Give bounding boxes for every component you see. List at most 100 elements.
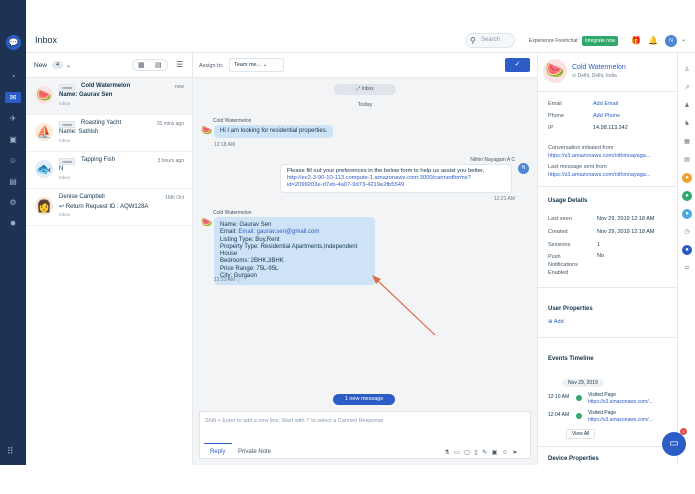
message-sender: Cold Watermelon	[213, 210, 252, 216]
person-icon[interactable]: ♙	[682, 65, 692, 75]
assign-value: Team me...	[234, 62, 262, 68]
user-icon[interactable]: ♟	[682, 101, 692, 111]
sliders-icon[interactable]: ⚌	[682, 263, 692, 273]
blue-app-icon[interactable]: ●	[682, 209, 692, 219]
created-label: Created	[548, 229, 568, 235]
add-email-link[interactable]: Add Email	[593, 101, 618, 107]
email-value[interactable]: Email: gaurav.sen@gmail.com	[238, 229, 319, 235]
list-item[interactable]: 👩 Denise Campbell 16th Oct ↩ Return Requ…	[26, 189, 192, 226]
new-message-pill[interactable]: 1 new message	[333, 394, 395, 405]
form-line: Name: Gaurav Sen	[220, 222, 272, 228]
contact-name[interactable]: Cold Watermelon	[572, 64, 626, 71]
conversation-header: Assign to: Team me... ⌄ ✓	[193, 53, 537, 78]
event-time: 12:04 AM	[548, 412, 570, 418]
conversation-pane: Assign to: Team me... ⌄ ✓ ⤢ Inbox Today …	[193, 53, 537, 465]
message-sender: Nithin Nayagam A C	[470, 157, 515, 163]
view-all-button[interactable]: View All	[566, 429, 596, 439]
apps-grid-icon[interactable]: ⠿	[7, 446, 14, 457]
add-property-button[interactable]: ⊕ Add	[548, 319, 564, 325]
orange-app-icon[interactable]: ●	[682, 173, 692, 183]
visitor-badge: visitor	[59, 158, 76, 165]
chart-icon[interactable]: ↗	[682, 83, 692, 93]
event-time: 12:10 AM	[548, 394, 570, 400]
avatar: 👩	[35, 197, 53, 215]
divider	[538, 186, 677, 187]
clock-icon[interactable]: ◷	[682, 227, 692, 237]
file-icon[interactable]: ▯	[474, 450, 482, 456]
screen-icon[interactable]: ▭	[454, 450, 464, 456]
send-icon[interactable]: ➤	[512, 450, 522, 456]
last-msg-link[interactable]: https://s3.amazonaws.com/nithinnayaga...	[548, 172, 650, 178]
filter-new[interactable]: New	[34, 62, 47, 69]
avatar: ⛵	[35, 123, 53, 141]
preview-text: Return Request ID : AQW128A	[65, 204, 149, 210]
inbox-icon[interactable]: ✉	[5, 92, 21, 103]
phone-label: Phone	[548, 113, 564, 119]
list-item[interactable]: ⛵ visitor Roasting Yacht 20 mins ago Nam…	[26, 115, 192, 152]
created-value: Nov 29, 2019 12:18 AM	[597, 229, 655, 235]
event-row[interactable]: 12:10 AM Visited Page https://s3.amazona…	[548, 392, 653, 405]
last-seen-label: Last seen	[548, 216, 572, 222]
faq-icon[interactable]: ▣	[7, 134, 19, 145]
chat-widget-button[interactable]: ▭	[662, 432, 686, 456]
chevron-down-icon[interactable]: ⌄	[66, 62, 71, 69]
integrations-icon[interactable]: ⚙	[7, 197, 19, 208]
view-toggle[interactable]: ▦ ▤	[132, 59, 168, 71]
dashboard-icon[interactable]: ◔	[7, 71, 19, 82]
event-url[interactable]: https://s3.amazonaws.com/...	[588, 399, 653, 405]
push-value: No	[597, 253, 605, 259]
filter-icon[interactable]: ☰	[176, 60, 183, 69]
assign-dropdown[interactable]: Team me... ⌄	[229, 58, 284, 72]
form-link[interactable]: http://ec2-3-90-10-113.compute-1.amazona…	[287, 175, 471, 188]
attach-icon[interactable]: ✎	[482, 450, 492, 456]
chevron-down-icon[interactable]: ⌄	[681, 36, 686, 43]
bell-icon[interactable]: 🔔	[648, 36, 658, 45]
campaigns-icon[interactable]: ✈	[7, 113, 19, 124]
contact-panel: 🍉 Cold Watermelon ⊙ Delhi, Delhi, India …	[537, 53, 677, 465]
tab-private-note[interactable]: Private Note	[238, 449, 271, 455]
resolve-button[interactable]: ✓	[505, 58, 530, 72]
image-icon[interactable]: ▣	[492, 450, 502, 456]
list-item[interactable]: 🐟 visitor Tapping Fish 3 hours ago N Inb…	[26, 152, 192, 189]
freshchat-logo-icon[interactable]: 💬	[6, 35, 21, 50]
active-app-icon[interactable]: ●	[682, 245, 692, 255]
phone-row: Phone	[548, 113, 564, 119]
search-placeholder: Search	[481, 37, 501, 43]
gift-icon[interactable]: 🎁	[631, 36, 641, 45]
grid-view-icon[interactable]: ▦	[138, 61, 145, 69]
conversation-preview: Name: Sathish	[59, 129, 99, 135]
usage-title: Usage Details	[548, 198, 588, 204]
canned-icon[interactable]: ⚗	[444, 450, 454, 456]
user-alt-icon[interactable]: ♞	[682, 119, 692, 129]
reply-icon: ↩	[59, 204, 66, 210]
settings-icon[interactable]: ✹	[7, 218, 19, 229]
list-item[interactable]: 🍉 visitor Cold Watermelon now Name: Gaur…	[26, 78, 192, 115]
compose-placeholder: Shift + Enter to add a new line; Start w…	[205, 418, 384, 424]
experience-link[interactable]: Experience Freshchat	[529, 38, 578, 44]
green-app-icon[interactable]: ●	[682, 191, 692, 201]
contacts-icon[interactable]: ☺	[7, 155, 19, 166]
app-strip: ♙ ↗ ♟ ♞ ▦ ▤ ● ● ● ◷ ● ⚌	[677, 53, 695, 465]
id-card-icon[interactable]: ▤	[682, 155, 692, 165]
user-avatar[interactable]: N	[665, 35, 677, 47]
conversation-name: Roasting Yacht	[81, 120, 122, 126]
list-view-icon[interactable]: ▤	[155, 61, 162, 69]
page-title: Inbox	[35, 35, 58, 45]
add-phone-link[interactable]: Add Phone	[593, 113, 620, 119]
inbox-pill: ⤢ Inbox	[334, 84, 396, 95]
chat-icon[interactable]: ▢	[464, 450, 474, 456]
search-input[interactable]: ⚲ Search	[465, 33, 515, 48]
event-url[interactable]: https://s3.amazonaws.com/...	[588, 417, 653, 423]
conversation-time: now	[174, 84, 184, 90]
event-label: Visited Page	[588, 410, 616, 416]
integrate-now-button[interactable]: Integrate now	[582, 36, 619, 46]
compose-box[interactable]: Shift + Enter to add a new line; Start w…	[199, 411, 531, 459]
reports-icon[interactable]: ▤	[7, 176, 19, 187]
form-line: Email: Email: gaurav.sen@gmail.com	[220, 229, 320, 236]
calendar-icon[interactable]: ▦	[682, 137, 692, 147]
emoji-icon[interactable]: ☺	[502, 450, 513, 456]
search-icon: ⚲	[470, 36, 476, 45]
conv-init-link[interactable]: https://s3.amazonaws.com/nithinnayaga...	[548, 153, 650, 159]
tab-reply[interactable]: Reply	[210, 449, 225, 455]
event-row[interactable]: 12:04 AM Visited Page https://s3.amazona…	[548, 410, 653, 423]
